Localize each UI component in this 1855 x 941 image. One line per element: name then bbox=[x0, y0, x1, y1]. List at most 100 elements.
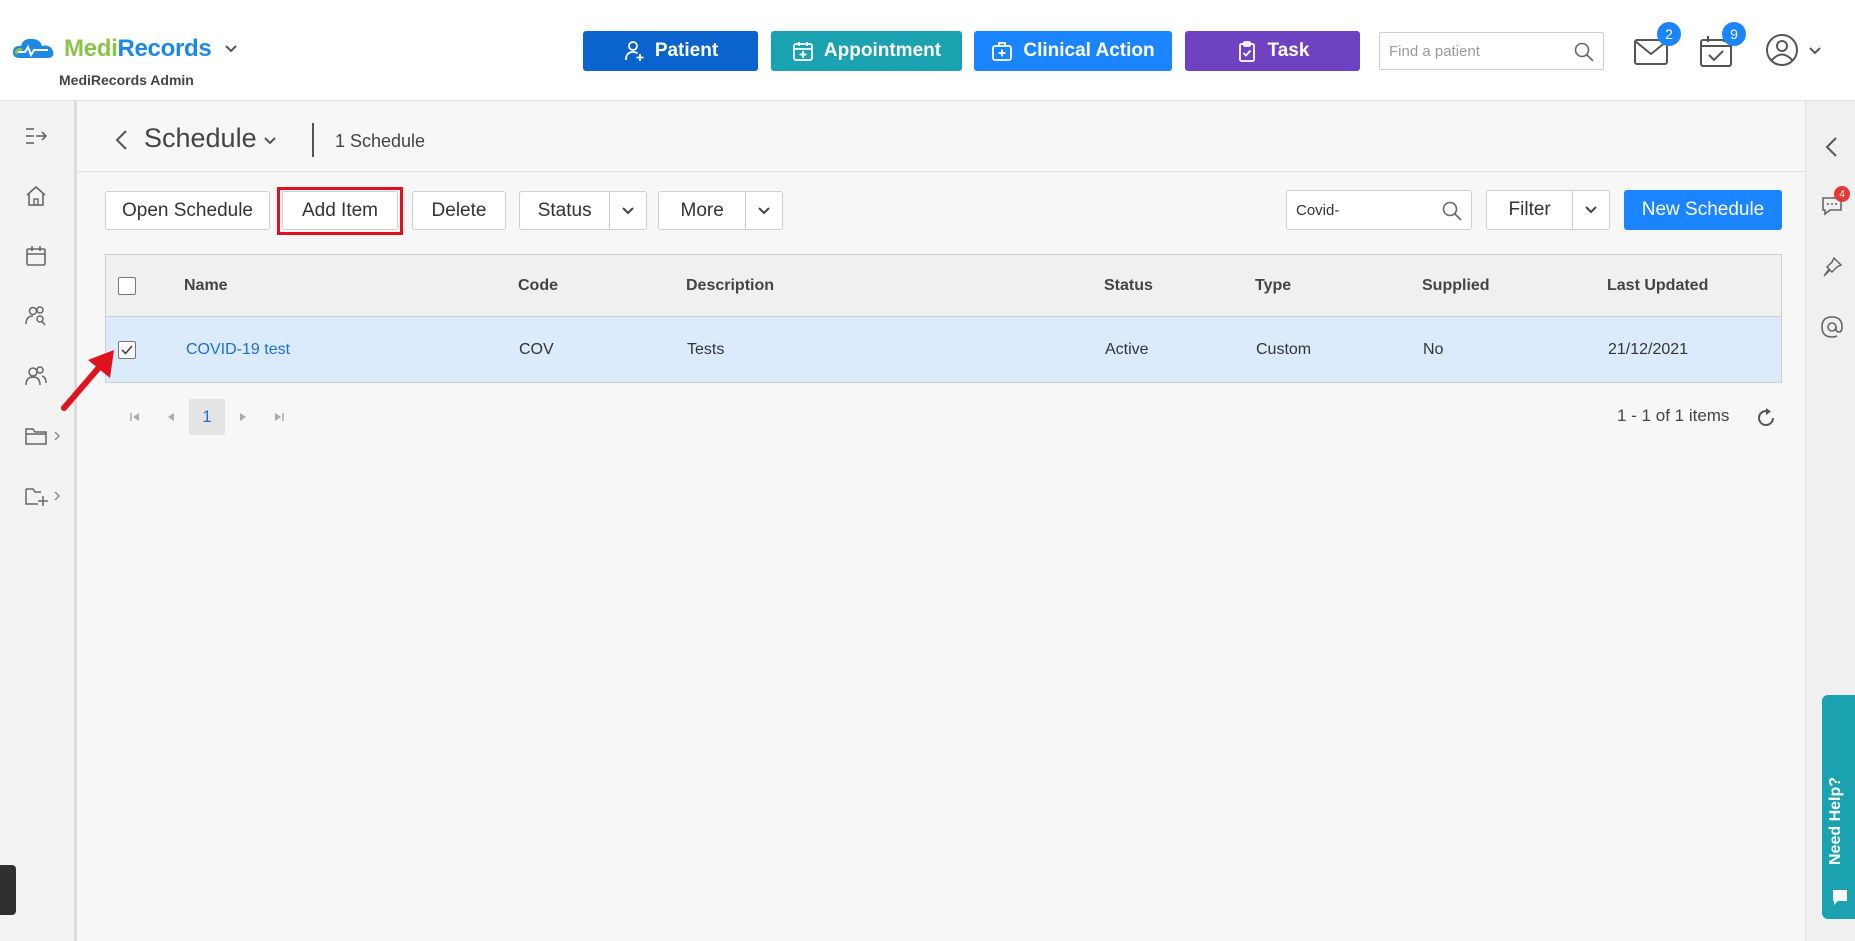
need-help-label: Need Help? bbox=[1827, 776, 1844, 865]
annotation-arrow-icon bbox=[61, 350, 114, 411]
calendar-tasks-button[interactable]: 9 bbox=[1698, 22, 1746, 68]
back-arrow-icon[interactable] bbox=[113, 128, 129, 152]
next-page-button[interactable] bbox=[225, 399, 261, 435]
next-page-icon bbox=[240, 413, 246, 421]
chevron-down-icon[interactable] bbox=[223, 41, 239, 57]
chevron-down-icon[interactable] bbox=[1808, 44, 1822, 58]
filter-button[interactable]: Filter bbox=[1487, 191, 1574, 229]
schedule-search-box bbox=[1286, 190, 1472, 230]
row-description: Tests bbox=[687, 341, 725, 358]
last-page-icon bbox=[275, 413, 284, 421]
status-dropdown[interactable] bbox=[610, 192, 646, 229]
title-bar: Schedule 1 Schedule bbox=[77, 101, 1805, 172]
column-header-supplied[interactable]: Supplied bbox=[1422, 277, 1490, 295]
first-page-button[interactable] bbox=[117, 399, 153, 435]
column-header-code[interactable]: Code bbox=[518, 277, 558, 295]
row-code: COV bbox=[519, 341, 554, 358]
new-schedule-button[interactable]: New Schedule bbox=[1624, 190, 1782, 230]
brand-name-part2: Records bbox=[117, 35, 212, 62]
row-name-link[interactable]: COVID-19 test bbox=[186, 341, 290, 359]
status-button[interactable]: Status bbox=[520, 192, 611, 229]
table-row[interactable]: COVID-19 test COV Tests Active Custom No… bbox=[106, 317, 1781, 382]
chevron-left-icon[interactable] bbox=[1820, 135, 1844, 159]
sidebar-item-folder[interactable] bbox=[24, 421, 64, 451]
chevron-right-icon bbox=[54, 491, 60, 501]
calendar-add-icon bbox=[793, 42, 813, 61]
clinical-action-button-label: Clinical Action bbox=[1023, 40, 1155, 61]
row-supplied: No bbox=[1423, 341, 1444, 358]
page-number-current[interactable]: 1 bbox=[189, 399, 225, 435]
mail-badge: 2 bbox=[1657, 22, 1681, 46]
sidebar-toggle-tab[interactable] bbox=[0, 865, 16, 915]
open-schedule-button[interactable]: Open Schedule bbox=[105, 191, 270, 230]
brand[interactable]: MediRecords bbox=[10, 34, 239, 64]
page-subtitle: 1 Schedule bbox=[335, 131, 426, 151]
at-mention-icon[interactable] bbox=[1820, 315, 1844, 339]
search-icon[interactable] bbox=[1441, 200, 1463, 222]
sidebar-item-calendar[interactable] bbox=[24, 241, 64, 271]
add-user-icon bbox=[624, 41, 644, 61]
refresh-icon[interactable] bbox=[1755, 407, 1777, 429]
task-button[interactable]: Task bbox=[1185, 31, 1360, 71]
column-header-name[interactable]: Name bbox=[184, 277, 228, 295]
filter-split-button: Filter bbox=[1486, 190, 1610, 230]
search-icon[interactable] bbox=[1573, 41, 1595, 63]
chat-badge: 4 bbox=[1834, 186, 1850, 202]
row-last-updated: 21/12/2021 bbox=[1608, 341, 1689, 358]
brand-subtitle: MediRecords Admin bbox=[59, 72, 194, 88]
sidebar-item-new-folder[interactable] bbox=[24, 481, 64, 511]
column-header-type[interactable]: Type bbox=[1255, 277, 1291, 295]
add-item-highlight bbox=[277, 187, 403, 235]
more-dropdown[interactable] bbox=[746, 192, 782, 229]
column-header-description[interactable]: Description bbox=[686, 277, 774, 295]
clinical-action-button[interactable]: Clinical Action bbox=[974, 31, 1172, 71]
mail-button[interactable]: 2 bbox=[1633, 22, 1681, 68]
page-title[interactable]: Schedule bbox=[144, 123, 257, 154]
more-button[interactable]: More bbox=[659, 192, 747, 229]
checkmark-icon bbox=[121, 345, 133, 355]
folder-icon bbox=[25, 428, 47, 445]
title-divider bbox=[312, 123, 314, 157]
sidebar-expand[interactable] bbox=[24, 121, 64, 151]
chevron-down-icon[interactable] bbox=[262, 133, 278, 149]
status-split-button: Status bbox=[519, 191, 647, 230]
sidebar-item-home[interactable] bbox=[24, 181, 64, 211]
users-search-icon bbox=[25, 306, 46, 326]
row-checkbox[interactable] bbox=[118, 341, 136, 359]
column-header-last-updated[interactable]: Last Updated bbox=[1607, 277, 1708, 295]
find-patient-box bbox=[1379, 32, 1604, 70]
sidebar-item-patients[interactable] bbox=[24, 301, 64, 331]
task-button-label: Task bbox=[1267, 40, 1310, 61]
users-icon bbox=[25, 366, 47, 386]
pin-icon[interactable] bbox=[1820, 255, 1844, 279]
schedule-search-input[interactable] bbox=[1287, 191, 1427, 229]
pagination: 1 bbox=[117, 397, 297, 437]
medical-kit-icon bbox=[992, 42, 1013, 61]
last-page-button[interactable] bbox=[261, 399, 297, 435]
column-header-status[interactable]: Status bbox=[1104, 277, 1153, 295]
filter-dropdown[interactable] bbox=[1573, 191, 1609, 229]
select-all-checkbox[interactable] bbox=[118, 277, 136, 295]
row-status: Active bbox=[1105, 341, 1149, 358]
previous-page-button[interactable] bbox=[153, 399, 189, 435]
first-page-icon bbox=[130, 413, 139, 421]
need-help-tab[interactable]: Need Help? bbox=[1822, 695, 1855, 919]
more-split-button: More bbox=[658, 191, 783, 230]
table-header: Name Code Description Status Type Suppli… bbox=[106, 255, 1781, 317]
find-patient-input[interactable] bbox=[1380, 33, 1560, 69]
patient-button[interactable]: Patient bbox=[583, 31, 758, 71]
chat-button[interactable]: 4 bbox=[1820, 186, 1850, 218]
chevron-down-icon bbox=[622, 206, 634, 214]
top-header: MediRecords MediRecords Admin Patient Ap… bbox=[0, 0, 1855, 101]
appointment-button-label: Appointment bbox=[823, 40, 942, 61]
delete-button[interactable]: Delete bbox=[412, 191, 506, 230]
patient-button-label: Patient bbox=[654, 40, 719, 61]
clipboard-check-icon bbox=[1238, 41, 1255, 62]
calendar-badge: 9 bbox=[1722, 22, 1746, 46]
user-avatar-icon[interactable] bbox=[1765, 33, 1799, 67]
appointment-button[interactable]: Appointment bbox=[771, 31, 962, 71]
chevron-down-icon bbox=[758, 206, 770, 214]
chat-bubble-icon bbox=[1833, 890, 1847, 905]
chevron-down-icon bbox=[1585, 206, 1597, 214]
brand-name-part1: Medi bbox=[64, 35, 118, 62]
